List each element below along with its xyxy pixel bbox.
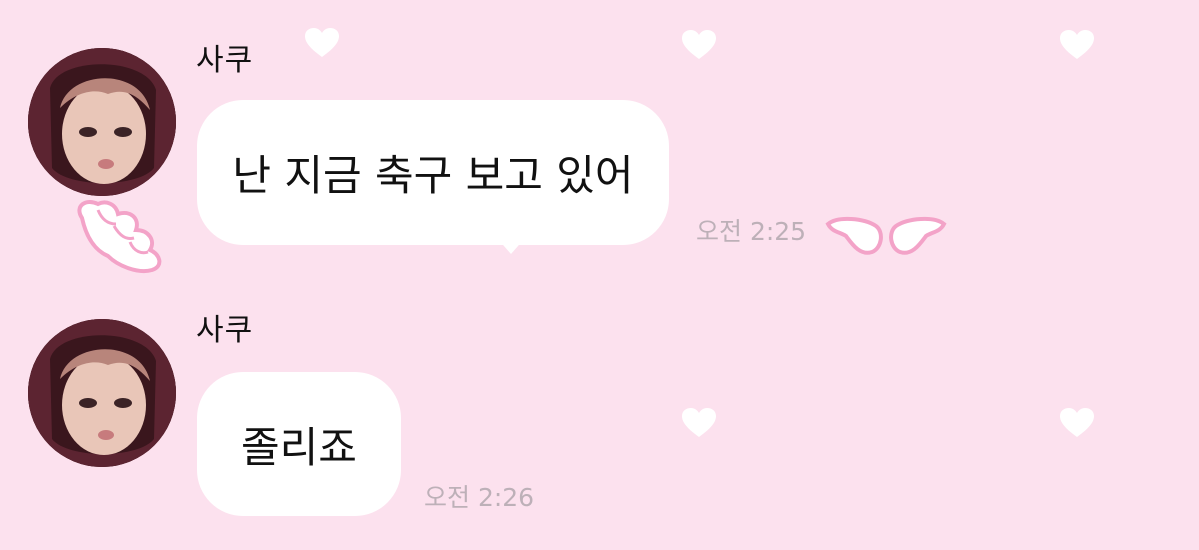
- heart-icon: [305, 28, 339, 57]
- message-text: 난 지금 축구 보고 있어: [232, 151, 634, 200]
- sender-name: 사쿠: [196, 313, 254, 348]
- profile-photo-icon: [28, 319, 176, 467]
- message-bubble[interactable]: 졸리죠: [197, 372, 401, 516]
- message-bubble[interactable]: 난 지금 축구 보고 있어: [197, 100, 669, 245]
- message-text: 졸리죠: [241, 422, 357, 472]
- heart-icon: [682, 30, 716, 59]
- cloud-paw-icon: [77, 199, 162, 273]
- avatar[interactable]: [28, 48, 176, 196]
- heart-icon: [1060, 408, 1094, 437]
- heart-icon: [1060, 30, 1094, 59]
- sender-name: 사쿠: [196, 43, 254, 78]
- wing-icon: [825, 217, 947, 255]
- timestamp: 오전 2:25: [696, 217, 807, 246]
- avatar[interactable]: [28, 319, 176, 467]
- timestamp: 오전 2:26: [424, 483, 535, 512]
- bubble-tail: [497, 238, 525, 254]
- chat-area: 사쿠 난 지금 축구 보고 있어 오전 2:25 사쿠 졸리죠 오전 2:26: [0, 0, 1199, 550]
- heart-icon: [682, 408, 716, 437]
- profile-photo-icon: [28, 48, 176, 196]
